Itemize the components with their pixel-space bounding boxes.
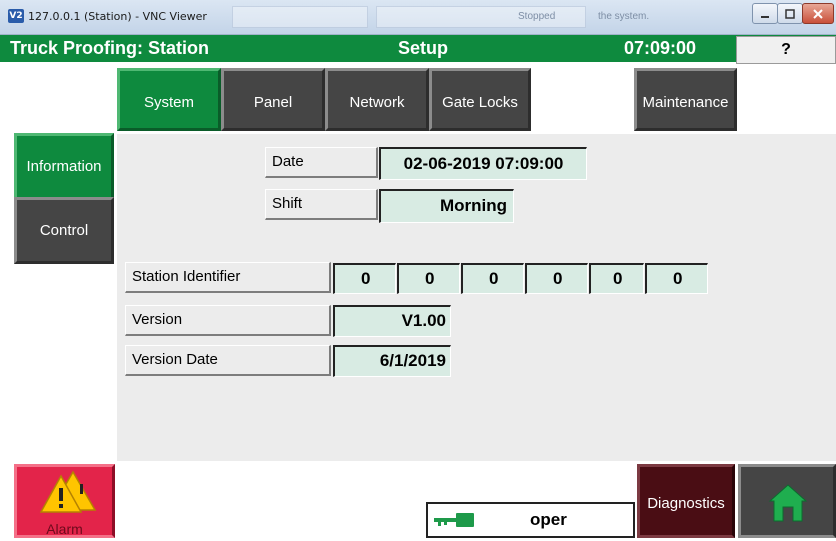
app-icon: V2 — [8, 9, 24, 23]
date-label: Date — [265, 147, 378, 178]
close-button[interactable] — [802, 3, 834, 24]
maximize-icon — [785, 8, 795, 19]
diagnostics-button[interactable]: Diagnostics — [637, 464, 735, 538]
background-window-ghost — [232, 6, 368, 28]
shift-label: Shift — [265, 189, 378, 220]
version-value: V1.00 — [333, 305, 451, 337]
home-button[interactable] — [738, 464, 836, 538]
station-identifier-digit[interactable]: 0 — [397, 263, 460, 294]
ghost-text: the system. — [598, 11, 650, 22]
station-identifier-digit[interactable]: 0 — [589, 263, 644, 294]
station-identifier-digit[interactable]: 0 — [461, 263, 524, 294]
alarm-label: Alarm — [46, 521, 83, 537]
version-date-label: Version Date — [125, 345, 331, 376]
key-icon — [434, 513, 474, 527]
shift-value[interactable]: Morning — [379, 189, 514, 223]
date-value: 02-06-2019 07:09:00 — [379, 147, 587, 180]
sidebar-item-control[interactable]: Control — [14, 197, 114, 264]
version-date-value: 6/1/2019 — [333, 345, 451, 377]
operator-label: oper — [530, 510, 567, 529]
content-panel — [117, 134, 836, 461]
tab-maintenance[interactable]: Maintenance — [634, 68, 737, 131]
tab-network[interactable]: Network — [325, 68, 429, 131]
app-title: Truck Proofing: Station — [10, 38, 210, 58]
alarm-button[interactable]: Alarm — [14, 464, 115, 538]
screen-title: Setup — [398, 38, 449, 58]
station-identifier-digit[interactable]: 0 — [333, 263, 396, 294]
tab-gate-locks[interactable]: Gate Locks — [429, 68, 531, 131]
minimize-icon — [761, 15, 769, 18]
station-identifier-label: Station Identifier — [125, 262, 331, 293]
warning-icon — [39, 470, 97, 513]
version-label: Version — [125, 305, 331, 336]
clock: 07:09:00 — [624, 38, 697, 58]
sidebar-item-information[interactable]: Information — [14, 133, 114, 200]
home-icon — [768, 484, 808, 522]
tab-panel[interactable]: Panel — [221, 68, 325, 131]
window-title: 127.0.0.1 (Station) - VNC Viewer — [28, 10, 207, 23]
station-identifier-digit[interactable]: 0 — [525, 263, 588, 294]
maximize-button[interactable] — [777, 3, 803, 24]
operator-login[interactable]: oper — [426, 502, 635, 538]
help-button[interactable]: ? — [736, 36, 836, 64]
tab-system[interactable]: System — [117, 68, 221, 131]
app-header: Truck Proofing: Station Setup 07:09:00 — [0, 35, 836, 64]
minimize-button[interactable] — [752, 3, 778, 24]
close-icon — [813, 8, 823, 19]
ghost-text: Stopped — [518, 11, 556, 22]
station-identifier-digit[interactable]: 0 — [645, 263, 708, 294]
window-titlebar: V2 127.0.0.1 (Station) - VNC Viewer Stop… — [0, 0, 836, 35]
